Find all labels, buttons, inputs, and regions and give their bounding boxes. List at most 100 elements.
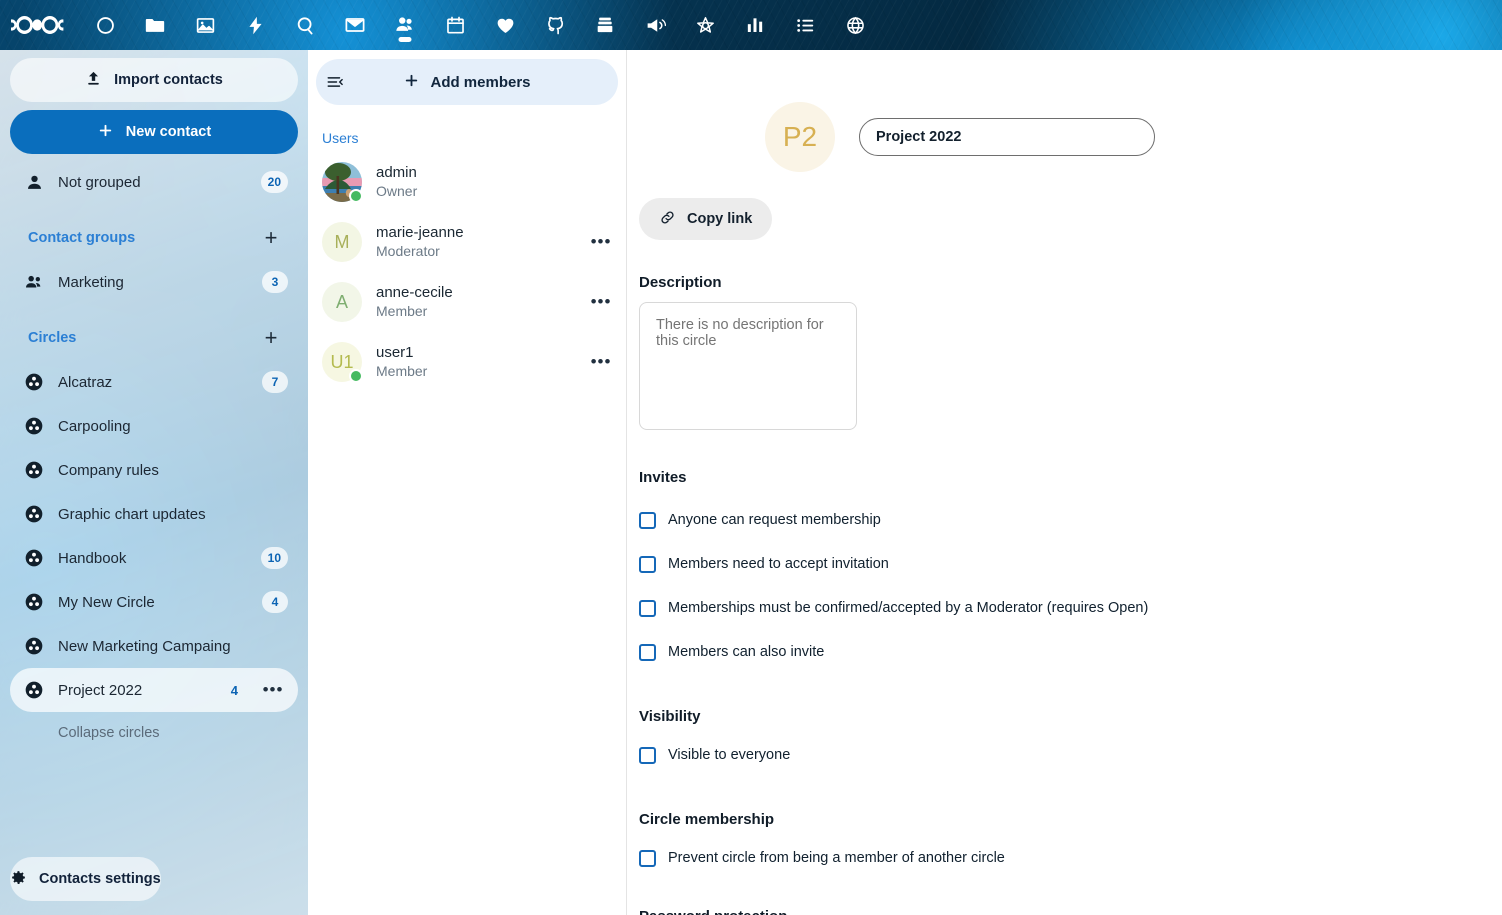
member-list-item-anne-cecile[interactable]: A anne-cecile Member ••• [308,272,626,332]
add-members-label: Add members [430,74,530,91]
add-contact-group-icon[interactable]: + [256,223,286,253]
sidebar-item-label: My New Circle [58,594,248,611]
sidebar-item-circle-carpooling[interactable]: Carpooling [10,404,298,448]
avatar: A [322,282,362,322]
dashboard-icon[interactable] [80,0,130,50]
circle-actions-icon[interactable]: ••• [258,675,288,705]
circle-name-input[interactable] [859,118,1155,156]
globe-icon[interactable] [830,0,880,50]
checkbox-icon[interactable] [639,556,656,573]
analytics-icon[interactable] [730,0,780,50]
sidebar-item-circle-graphic-chart-updates[interactable]: Graphic chart updates [10,492,298,536]
collapse-circles-button[interactable]: Collapse circles [10,712,298,754]
sidebar-item-circle-alcatraz[interactable]: Alcatraz 7 [10,360,298,404]
member-actions-icon[interactable]: ••• [586,347,616,377]
sidebar-item-label: Handbook [58,550,247,567]
plus-icon [97,122,114,143]
gear-icon [10,869,27,890]
sidebar-item-marketing[interactable]: Marketing 3 [10,260,298,304]
checkbox-icon[interactable] [639,644,656,661]
github-icon[interactable] [530,0,580,50]
tasks-icon[interactable] [780,0,830,50]
contacts-settings-button[interactable]: Contacts settings [10,857,161,901]
checkbox-label: Visible to everyone [668,747,790,763]
search-icon[interactable] [280,0,330,50]
sidebar-item-label: Not grouped [58,174,247,191]
checkbox-row-anyone-can-request-membership[interactable]: Anyone can request membership [639,498,1502,542]
description-title: Description [639,274,1502,291]
member-name: anne-cecile [376,284,572,303]
checkbox-label: Prevent circle from being a member of an… [668,850,1005,866]
count-badge: 7 [262,371,288,393]
member-text: user1 Member [376,344,572,380]
checkbox-icon[interactable] [639,747,656,764]
avatar-initials: M [322,222,362,262]
checkbox-row-visible-to-everyone[interactable]: Visible to everyone [639,733,1502,777]
star-circle-icon[interactable] [680,0,730,50]
count-badge: 3 [262,271,288,293]
import-contacts-button[interactable]: Import contacts [10,58,298,102]
count-badge: 20 [261,171,288,193]
member-name: marie-jeanne [376,224,572,243]
contacts-settings-label: Contacts settings [39,871,161,887]
sidebar-item-label: Carpooling [58,418,288,435]
nextcloud-logo-icon[interactable] [8,8,70,42]
deck-icon[interactable] [580,0,630,50]
photos-icon[interactable] [180,0,230,50]
checkbox-row-memberships-must-be-confirmed[interactable]: Memberships must be confirmed/accepted b… [639,586,1502,630]
member-list-item-marie-jeanne[interactable]: M marie-jeanne Moderator ••• [308,212,626,272]
avatar: U1 [322,342,362,382]
spacer [627,828,1502,836]
copy-link-button[interactable]: Copy link [639,198,772,240]
member-list-item-admin[interactable]: admin Owner [308,152,626,212]
sidebar-item-circle-my-new-circle[interactable]: My New Circle 4 [10,580,298,624]
avatar-initials-label: A [336,292,348,313]
new-contact-label: New contact [126,124,211,140]
member-list-item-user1[interactable]: U1 user1 Member ••• [308,332,626,392]
new-contact-button[interactable]: New contact [10,110,298,154]
description-textarea[interactable] [639,302,857,430]
sidebar-item-circle-new-marketing-campaing[interactable]: New Marketing Campaing [10,624,298,668]
calendar-icon[interactable] [430,0,480,50]
checkbox-icon[interactable] [639,600,656,617]
contact-groups-caption: Contact groups + [10,216,298,260]
person-icon [24,172,44,192]
avatar: M [322,222,362,262]
count-badge: 10 [261,547,288,569]
checkbox-row-members-can-also-invite[interactable]: Members can also invite [639,630,1502,674]
sidebar-item-not-grouped[interactable]: Not grouped 20 [10,160,298,204]
members-section-caption: Users [308,114,626,152]
circle-icon [24,548,44,568]
announcement-icon[interactable] [630,0,680,50]
invites-section: Invites Anyone can request membership Me… [627,469,1502,674]
member-level: Moderator [376,243,572,261]
circles-caption: Circles + [10,316,298,360]
files-icon[interactable] [130,0,180,50]
checkbox-row-members-need-to-accept-invitation[interactable]: Members need to accept invitation [639,542,1502,586]
circle-header: P2 [627,50,1502,172]
collapse-circles-label: Collapse circles [58,725,160,741]
sidebar-item-circle-company-rules[interactable]: Company rules [10,448,298,492]
circles-label: Circles [28,330,256,346]
circle-membership-section: Circle membership Prevent circle from be… [627,811,1502,880]
add-members-button[interactable]: Add members [316,59,618,105]
sidebar-item-circle-project-2022[interactable]: Project 2022 4 ••• [10,668,298,712]
mail-icon[interactable] [330,0,380,50]
toggle-sidebar-icon[interactable] [322,69,348,95]
contacts-icon[interactable] [380,0,430,50]
checkbox-row-prevent-circle-membership[interactable]: Prevent circle from being a member of an… [639,836,1502,880]
member-actions-icon[interactable]: ••• [586,287,616,317]
navigation-settings: Contacts settings [0,857,308,915]
checkbox-icon[interactable] [639,850,656,867]
activity-icon[interactable] [230,0,280,50]
contact-groups-label: Contact groups [28,230,256,246]
checkbox-icon[interactable] [639,512,656,529]
member-actions-icon[interactable]: ••• [586,227,616,257]
sidebar-item-circle-handbook[interactable]: Handbook 10 [10,536,298,580]
sidebar-item-label: Company rules [58,462,288,479]
member-level: Owner [376,183,616,201]
member-level: Member [376,303,572,321]
add-circle-icon[interactable]: + [256,323,286,353]
spacer [627,725,1502,733]
heart-icon[interactable] [480,0,530,50]
